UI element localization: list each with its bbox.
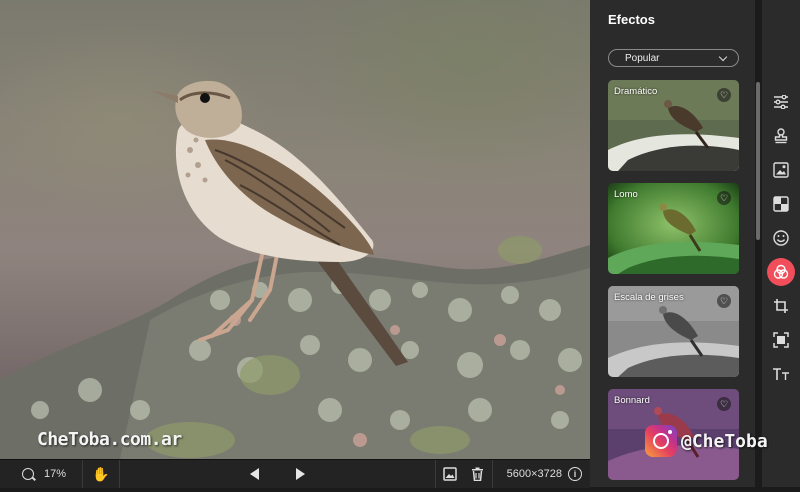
- zoom-control[interactable]: 17%: [0, 468, 82, 480]
- effect-label: Lomo: [614, 189, 638, 200]
- adjustments-sliders-icon[interactable]: [767, 88, 795, 116]
- triangle-left-icon: [249, 468, 259, 480]
- crop-icon[interactable]: [767, 292, 795, 320]
- stamp-icon[interactable]: [767, 122, 795, 150]
- next-image-button[interactable]: [286, 460, 314, 488]
- text-icon[interactable]: [767, 360, 795, 388]
- bird-photo: [0, 80, 590, 459]
- image-gallery-button[interactable]: [436, 460, 464, 488]
- previous-image-button[interactable]: [240, 460, 268, 488]
- dropdown-value: Popular: [625, 52, 660, 64]
- instagram-logo-icon: [645, 425, 677, 457]
- heart-outline-icon[interactable]: ♡: [717, 397, 731, 411]
- tool-sidebar: [762, 0, 800, 487]
- effects-category-dropdown[interactable]: Popular: [608, 49, 739, 67]
- instagram-watermark: @CheToba: [645, 425, 768, 457]
- frame-icon[interactable]: [767, 326, 795, 354]
- zoom-icon[interactable]: [22, 468, 34, 480]
- delete-button[interactable]: [464, 460, 492, 488]
- effect-dramatico[interactable]: Dramático ♡: [608, 80, 739, 171]
- panel-title: Efectos: [608, 12, 655, 27]
- photo-canvas[interactable]: CheToba.com.ar: [0, 0, 590, 459]
- effects-circles-icon[interactable]: [767, 258, 795, 286]
- info-icon[interactable]: i: [568, 467, 582, 481]
- site-watermark: CheToba.com.ar: [37, 429, 182, 450]
- image-icon: [442, 467, 457, 481]
- effect-label: Bonnard: [614, 395, 650, 406]
- heart-outline-icon[interactable]: ♡: [717, 294, 731, 308]
- heart-outline-icon[interactable]: ♡: [717, 88, 731, 102]
- panel-scrollbar[interactable]: [756, 82, 760, 240]
- trash-icon: [472, 467, 484, 481]
- chevron-down-icon: [718, 52, 728, 62]
- bottom-bar: 17% ✋ 5600×3728 i: [0, 459, 590, 488]
- image-dimensions: 5600×3728: [506, 468, 562, 480]
- zoom-level: 17%: [44, 468, 67, 480]
- triangle-right-icon: [295, 468, 305, 480]
- image-overlay-icon[interactable]: [767, 156, 795, 184]
- smiley-sticker-icon[interactable]: [767, 224, 795, 252]
- effect-lomo[interactable]: Lomo ♡: [608, 183, 739, 274]
- effects-panel: Efectos Popular Dramático ♡ Lomo ♡ Escal…: [590, 0, 755, 487]
- image-navigation: [120, 460, 435, 488]
- effect-label: Escala de grises: [614, 292, 684, 303]
- heart-outline-icon[interactable]: ♡: [717, 191, 731, 205]
- effect-escala-de-grises[interactable]: Escala de grises ♡: [608, 286, 739, 377]
- instagram-handle: @CheToba: [681, 430, 768, 452]
- hand-pan-icon[interactable]: ✋: [83, 466, 119, 483]
- effect-label: Dramático: [614, 86, 658, 97]
- texture-icon[interactable]: [767, 190, 795, 218]
